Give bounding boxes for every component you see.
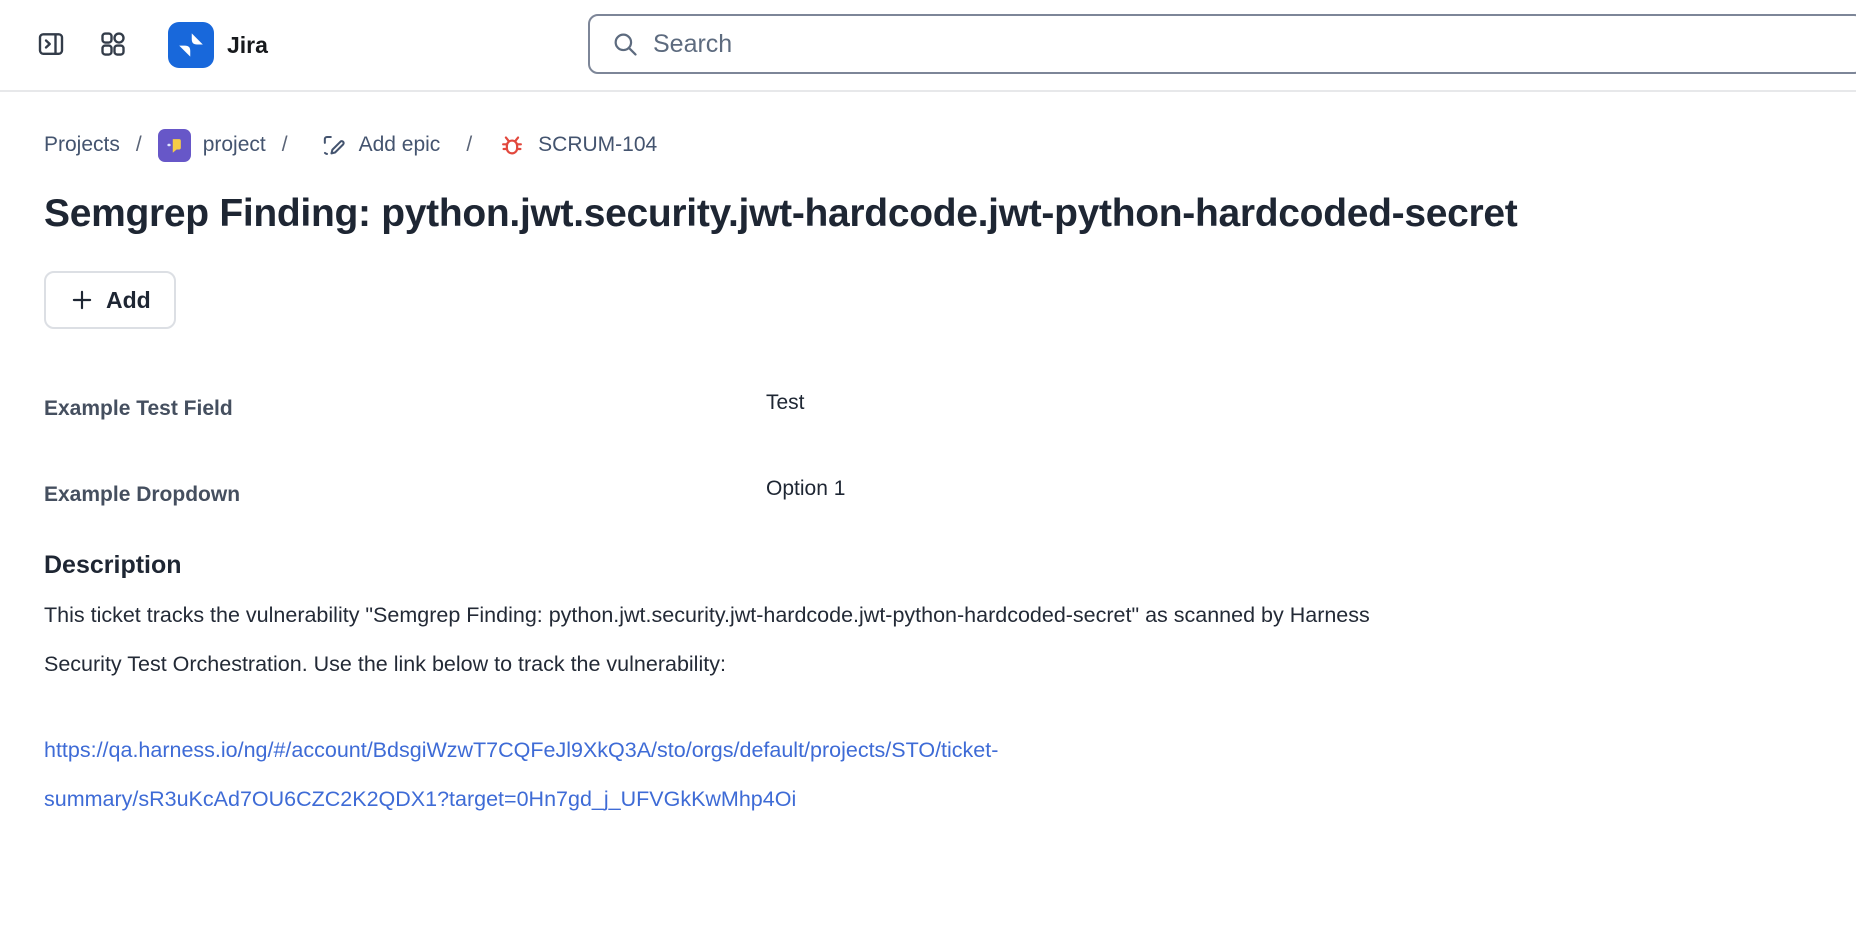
- field-value[interactable]: Option 1: [766, 477, 1812, 501]
- plus-icon: [69, 287, 95, 313]
- field-value[interactable]: Test: [766, 391, 1812, 415]
- breadcrumb: Projects / project / Add epic: [44, 125, 1812, 165]
- app-switcher-icon: [98, 29, 128, 62]
- field-label: Example Test Field: [44, 397, 766, 421]
- add-button-label: Add: [106, 287, 151, 314]
- breadcrumb-projects-label: Projects: [44, 133, 120, 157]
- jira-logo[interactable]: [168, 22, 214, 68]
- custom-fields: Example Test Field Test Example Dropdown…: [44, 397, 1812, 507]
- breadcrumb-add-epic-label: Add epic: [359, 133, 441, 157]
- project-avatar-icon: [158, 129, 191, 162]
- breadcrumb-separator: /: [136, 133, 142, 157]
- breadcrumb-add-epic[interactable]: Add epic: [320, 132, 441, 159]
- breadcrumb-issue-key[interactable]: SCRUM-104: [498, 131, 657, 159]
- description-section: Description This ticket tracks the vulne…: [44, 551, 1812, 824]
- expand-sidebar-button[interactable]: [30, 24, 72, 66]
- top-navigation-bar: Jira: [0, 0, 1856, 92]
- breadcrumb-separator: /: [466, 133, 472, 157]
- search-icon: [611, 30, 639, 58]
- description-heading: Description: [44, 551, 1812, 580]
- breadcrumb-projects[interactable]: Projects: [44, 133, 120, 157]
- expand-sidebar-icon: [36, 29, 66, 62]
- breadcrumb-project[interactable]: project: [158, 129, 266, 162]
- field-row-example-test-field: Example Test Field Test: [44, 397, 1812, 421]
- vulnerability-link[interactable]: https://qa.harness.io/ng/#/account/Bdsgi…: [44, 726, 1264, 824]
- breadcrumb-separator: /: [282, 133, 288, 157]
- global-search[interactable]: [588, 14, 1856, 74]
- app-switcher-button[interactable]: [92, 24, 134, 66]
- add-button[interactable]: Add: [44, 271, 176, 329]
- breadcrumb-issue-key-label: SCRUM-104: [538, 133, 657, 157]
- search-input[interactable]: [653, 30, 1856, 59]
- edit-icon: [320, 132, 347, 159]
- field-label: Example Dropdown: [44, 483, 766, 507]
- breadcrumb-project-label: project: [203, 133, 266, 157]
- issue-title: Semgrep Finding: python.jwt.security.jwt…: [44, 186, 1524, 242]
- description-body[interactable]: This ticket tracks the vulnerability "Se…: [44, 591, 1444, 689]
- bug-icon: [498, 131, 526, 159]
- field-row-example-dropdown: Example Dropdown Option 1: [44, 483, 1812, 507]
- issue-view: Projects / project / Add epic: [0, 125, 1856, 824]
- app-name: Jira: [227, 32, 268, 59]
